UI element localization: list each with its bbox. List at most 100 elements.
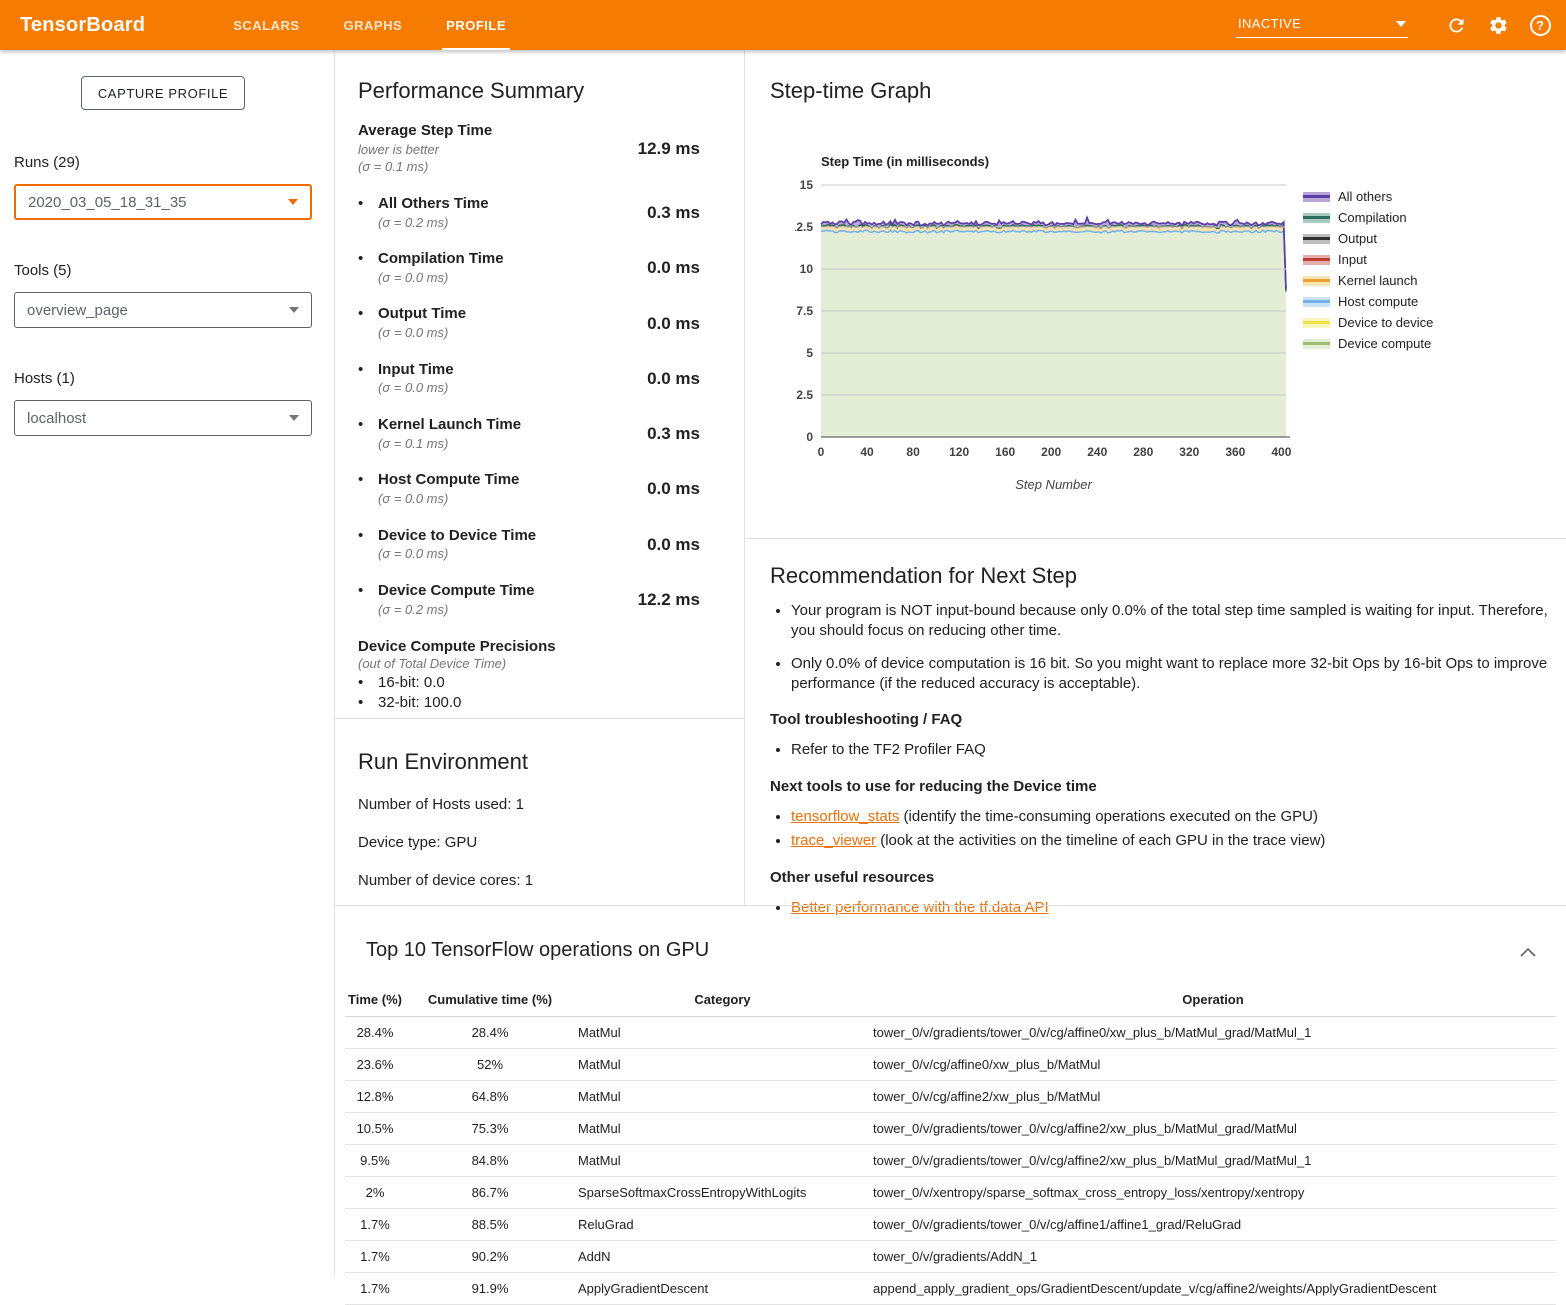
op-time: 1.7% xyxy=(345,1241,405,1273)
op-operation: tower_0/v/gradients/tower_0/v/cg/affine0… xyxy=(870,1017,1556,1049)
legend-swatch xyxy=(1303,339,1330,349)
op-operation: tower_0/v/gradients/tower_0/v/cg/affine2… xyxy=(870,1145,1556,1177)
svg-text:2.5: 2.5 xyxy=(796,388,813,402)
help-icon[interactable]: ? xyxy=(1528,13,1552,37)
item-value: 0.0 ms xyxy=(647,314,700,334)
item-sigma: (σ = 0.0 ms) xyxy=(378,324,466,342)
legend-item: Input xyxy=(1303,249,1433,270)
step-time-item: •All Others Time(σ = 0.2 ms)0.3 ms xyxy=(358,195,744,231)
svg-text:400: 400 xyxy=(1271,445,1291,459)
table-row: 28.4%28.4%MatMultower_0/v/gradients/towe… xyxy=(345,1017,1556,1049)
tab-scalars[interactable]: SCALARS xyxy=(211,0,321,50)
legend-item: Device to device xyxy=(1303,312,1433,333)
collapse-chevron-up-icon[interactable] xyxy=(1520,944,1536,962)
capture-profile-button[interactable]: CAPTURE PROFILE xyxy=(81,76,245,110)
op-category: AddN xyxy=(575,1241,870,1273)
tab-graphs[interactable]: GRAPHS xyxy=(322,0,425,50)
tab-profile[interactable]: PROFILE xyxy=(424,0,528,50)
step-time-item: •Compilation Time(σ = 0.0 ms)0.0 ms xyxy=(358,250,744,286)
legend-swatch xyxy=(1303,213,1330,223)
op-operation: tower_0/v/cg/affine0/xw_plus_b/MatMul xyxy=(870,1049,1556,1081)
sidebar: CAPTURE PROFILE Runs (29) 2020_03_05_18_… xyxy=(0,50,335,1275)
op-time: 1.7% xyxy=(345,1209,405,1241)
legend-item: Kernel launch xyxy=(1303,270,1433,291)
next-tool-bullet: tensorflow_stats (identify the time-cons… xyxy=(791,807,1561,827)
op-time: 23.6% xyxy=(345,1049,405,1081)
step-time-breakdown-list: •All Others Time(σ = 0.2 ms)0.3 ms •Compi… xyxy=(358,195,744,618)
svg-text:320: 320 xyxy=(1179,445,1199,459)
op-cumulative: 52% xyxy=(405,1049,575,1081)
item-label: Device Compute Time xyxy=(378,582,534,601)
run-environment-title: Run Environment xyxy=(358,749,745,775)
legend-label: Kernel launch xyxy=(1338,273,1418,288)
tools-select[interactable]: overview_page xyxy=(14,292,312,328)
average-step-time: Average Step Time lower is better (σ = 0… xyxy=(358,122,744,176)
faq-bullets: Refer to the TF2 Profiler FAQ xyxy=(770,740,1566,760)
recommendation-title: Recommendation for Next Step xyxy=(770,563,1566,589)
svg-text:280: 280 xyxy=(1133,445,1153,459)
tool-link[interactable]: tensorflow_stats xyxy=(791,808,899,825)
bullet: • xyxy=(358,582,378,618)
hosts-select-value: localhost xyxy=(27,410,86,427)
precisions-list: •16-bit: 0.0•32-bit: 100.0 xyxy=(358,674,744,711)
settings-gear-icon[interactable] xyxy=(1486,13,1510,37)
item-label: Host Compute Time xyxy=(378,471,519,490)
item-label: Kernel Launch Time xyxy=(378,416,521,435)
summary-column: Performance Summary Average Step Time lo… xyxy=(335,50,745,905)
legend-label: Input xyxy=(1338,252,1367,267)
legend-label: All others xyxy=(1338,189,1392,204)
svg-text:200: 200 xyxy=(1041,445,1061,459)
op-cumulative: 64.8% xyxy=(405,1081,575,1113)
top-ops-title: Top 10 TensorFlow operations on GPU xyxy=(366,939,709,962)
svg-text:80: 80 xyxy=(906,445,920,459)
svg-text:40: 40 xyxy=(860,445,874,459)
op-cumulative: 90.2% xyxy=(405,1241,575,1273)
runs-select-value: 2020_03_05_18_31_35 xyxy=(28,194,187,211)
chevron-down-icon xyxy=(288,199,298,205)
tool-link[interactable]: trace_viewer xyxy=(791,832,876,849)
top-ops-section: Top 10 TensorFlow operations on GPU Time… xyxy=(335,905,1566,1275)
recommendation-section: Recommendation for Next Step Your progra… xyxy=(746,538,1566,922)
op-category: ReluGrad xyxy=(575,1209,870,1241)
legend-label: Output xyxy=(1338,231,1377,246)
bullet: • xyxy=(358,471,378,507)
legend-item: All others xyxy=(1303,186,1433,207)
table-row: 2%86.7%SparseSoftmaxCrossEntropyWithLogi… xyxy=(345,1177,1556,1209)
bullet: • xyxy=(358,195,378,231)
op-time: 12.8% xyxy=(345,1081,405,1113)
performance-summary-title: Performance Summary xyxy=(358,78,744,104)
top-nav: SCALARS GRAPHS PROFILE xyxy=(211,0,528,50)
step-time-item: •Device to Device Time(σ = 0.0 ms)0.0 ms xyxy=(358,527,744,563)
op-category: MatMul xyxy=(575,1081,870,1113)
op-cumulative: 75.3% xyxy=(405,1113,575,1145)
table-row: 10.5%75.3%MatMultower_0/v/gradients/towe… xyxy=(345,1113,1556,1145)
item-sigma: (σ = 0.0 ms) xyxy=(378,490,519,508)
step-time-item: •Device Compute Time(σ = 0.2 ms)12.2 ms xyxy=(358,582,744,618)
next-tool-bullet: trace_viewer (look at the activities on … xyxy=(791,831,1561,851)
svg-text:Step Time (in milliseconds): Step Time (in milliseconds) xyxy=(821,154,989,169)
col-category-header: Category xyxy=(575,984,870,1017)
refresh-icon[interactable] xyxy=(1444,13,1468,37)
help-question-glyph: ? xyxy=(1530,15,1551,36)
item-sigma: (σ = 0.0 ms) xyxy=(378,379,454,397)
legend-item: Device compute xyxy=(1303,333,1433,354)
bullet: • xyxy=(358,416,378,452)
runs-select[interactable]: 2020_03_05_18_31_35 xyxy=(14,184,312,220)
op-time: 2% xyxy=(345,1177,405,1209)
legend-label: Device compute xyxy=(1338,336,1431,351)
hosts-label: Hosts (1) xyxy=(14,370,75,387)
hosts-select[interactable]: localhost xyxy=(14,400,312,436)
op-operation: tower_0/v/gradients/AddN_1 xyxy=(870,1241,1556,1273)
op-operation: tower_0/v/gradients/tower_0/v/cg/affine2… xyxy=(870,1113,1556,1145)
col-time-header: Time (%) xyxy=(345,984,405,1017)
graph-column: Step-time Graph 02.557.51012.51504080120… xyxy=(746,50,1566,905)
table-row: 23.6%52%MatMultower_0/v/cg/affine0/xw_pl… xyxy=(345,1049,1556,1081)
status-select[interactable]: INACTIVE xyxy=(1236,12,1408,38)
item-sigma: (σ = 0.2 ms) xyxy=(378,214,489,232)
item-label: Device to Device Time xyxy=(378,527,536,546)
chart-legend: All othersCompilationOutputInputKernel l… xyxy=(1303,186,1433,354)
top-ops-table: Time (%) Cumulative time (%) Category Op… xyxy=(345,984,1556,1305)
table-row: 1.7%91.9%ApplyGradientDescentappend_appl… xyxy=(345,1273,1556,1305)
chevron-down-icon xyxy=(1396,21,1406,27)
table-row: 9.5%84.8%MatMultower_0/v/gradients/tower… xyxy=(345,1145,1556,1177)
